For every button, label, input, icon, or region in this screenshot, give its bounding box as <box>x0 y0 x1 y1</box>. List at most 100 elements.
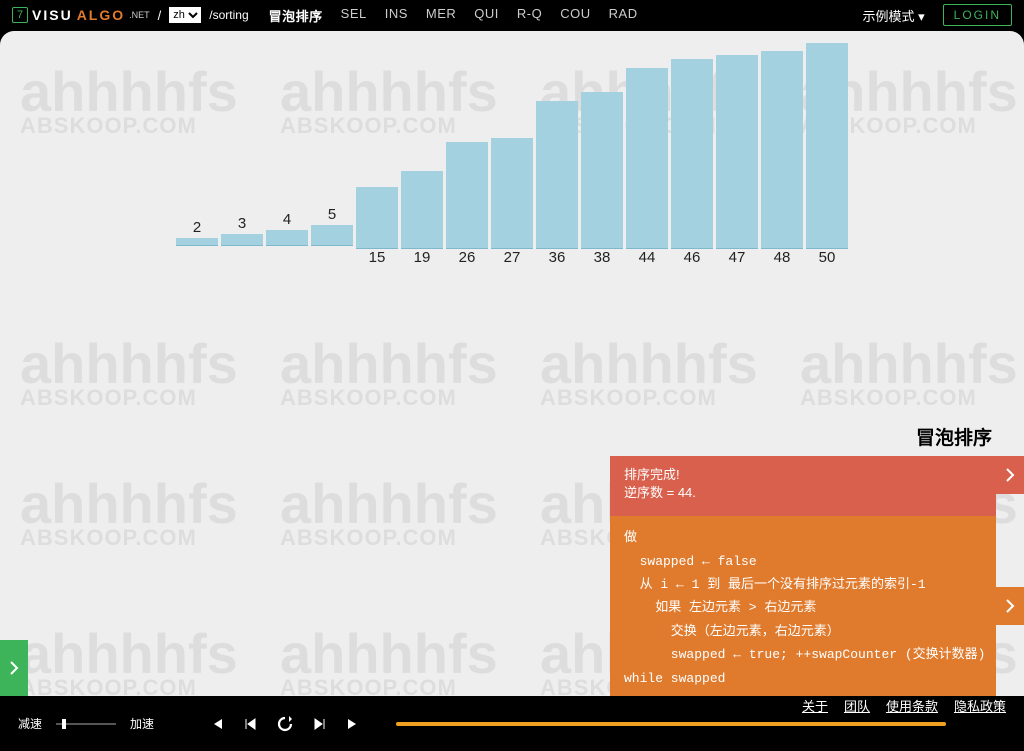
speed-slow-label: 减速 <box>18 715 42 732</box>
bar-rect <box>221 234 263 246</box>
chevron-right-icon <box>1005 599 1015 613</box>
bar-rect <box>581 92 623 249</box>
replay-icon <box>276 715 294 733</box>
logo[interactable]: 7 VISUALGO.NET <box>12 7 150 23</box>
tab-qui[interactable]: QUI <box>474 6 499 25</box>
bar: 19 <box>401 171 443 268</box>
bar-label: 27 <box>491 249 533 266</box>
bar-rect <box>761 51 803 249</box>
link-team[interactable]: 团队 <box>844 696 870 715</box>
bar-rect <box>491 138 533 249</box>
skip-end-icon <box>346 717 360 731</box>
bar-rect <box>671 59 713 249</box>
top-bar: 7 VISUALGO.NET / zh /sorting 冒泡排序 SEL IN… <box>0 0 1024 30</box>
tab-rq[interactable]: R-Q <box>517 6 542 25</box>
bar-label: 5 <box>311 206 353 223</box>
logo-net: .NET <box>129 10 150 20</box>
algorithm-tabs: 冒泡排序 SEL INS MER QUI R-Q COU RAD <box>269 6 638 25</box>
bar: 48 <box>761 51 803 268</box>
bar-rect <box>536 101 578 249</box>
chevron-right-icon <box>1005 468 1015 482</box>
code-line: while swapped <box>624 667 982 690</box>
bar: 38 <box>581 92 623 268</box>
bar: 4 <box>266 211 308 246</box>
panel-title: 冒泡排序 <box>610 417 996 456</box>
footer-links: 关于 团队 使用条款 隐私政策 <box>802 696 1006 715</box>
progress-bar[interactable] <box>396 722 946 726</box>
bar-label: 47 <box>716 249 758 266</box>
code-line: 从 i ← 1 到 最后一个没有排序过元素的索引-1 <box>624 573 982 596</box>
tab-bubble[interactable]: 冒泡排序 <box>269 6 323 25</box>
path-sorting: /sorting <box>209 8 248 22</box>
bar: 27 <box>491 138 533 268</box>
playback-controls <box>208 715 362 733</box>
bar: 44 <box>626 68 668 268</box>
bar: 46 <box>671 59 713 268</box>
language-select[interactable]: zh <box>169 7 201 23</box>
player-bar: 减速 加速 关于 团队 使用条款 隐私政策 <box>0 696 1024 751</box>
bar: 26 <box>446 142 488 268</box>
code-collapse-button[interactable] <box>996 587 1024 625</box>
logo-visu: VISU <box>32 7 73 23</box>
bar: 47 <box>716 55 758 268</box>
bar: 15 <box>356 187 398 268</box>
bar-rect <box>716 55 758 249</box>
bar: 2 <box>176 219 218 246</box>
bar-rect <box>401 171 443 249</box>
speed-slider[interactable] <box>56 723 116 725</box>
logo-algo: ALGO <box>77 7 125 23</box>
bar-label: 2 <box>176 219 218 236</box>
chevron-right-icon <box>9 661 19 675</box>
status-line-2: 逆序数 = 44. <box>624 484 982 502</box>
path-slash-1: / <box>158 8 162 23</box>
tab-sel[interactable]: SEL <box>341 6 367 25</box>
code-line: swapped ← true; ++swapCounter (交换计数器) <box>624 643 982 666</box>
bar-label: 48 <box>761 249 803 266</box>
progress-fill <box>396 722 946 726</box>
step-forward-icon <box>312 717 326 731</box>
bar-rect <box>356 187 398 249</box>
login-button[interactable]: LOGIN <box>943 4 1012 26</box>
bar-label: 19 <box>401 249 443 266</box>
tab-ins[interactable]: INS <box>385 6 408 25</box>
bar-rect <box>446 142 488 249</box>
go-start-button[interactable] <box>208 715 226 733</box>
step-forward-button[interactable] <box>310 715 328 733</box>
status-collapse-button[interactable] <box>996 456 1024 494</box>
bar-rect <box>626 68 668 249</box>
code-panel: 做 swapped ← false 从 i ← 1 到 最后一个没有排序过元素的… <box>610 516 996 696</box>
replay-button[interactable] <box>276 715 294 733</box>
skip-start-icon <box>210 717 224 731</box>
bar-label: 38 <box>581 249 623 266</box>
bar-rect <box>266 230 308 246</box>
bar: 36 <box>536 101 578 268</box>
bar-label: 26 <box>446 249 488 266</box>
code-line: swapped ← false <box>624 550 982 573</box>
speed-knob[interactable] <box>62 719 66 729</box>
left-panel-toggle[interactable] <box>0 640 28 696</box>
bar-label: 50 <box>806 249 848 266</box>
bar: 5 <box>311 206 353 246</box>
visualization-canvas: ahhhhfsABSKOOP.COMahhhhfsABSKOOP.COMahhh… <box>0 31 1024 696</box>
step-back-button[interactable] <box>242 715 260 733</box>
tab-mer[interactable]: MER <box>426 6 456 25</box>
bar-label: 44 <box>626 249 668 266</box>
code-line: 交换（左边元素，右边元素） <box>624 620 982 643</box>
link-privacy[interactable]: 隐私政策 <box>954 696 1006 715</box>
info-panel: 冒泡排序 排序完成! 逆序数 = 44. 做 swapped ← false 从… <box>610 417 996 696</box>
bar-rect <box>176 238 218 246</box>
demo-mode-dropdown[interactable]: 示例模式 ▾ <box>863 6 925 25</box>
speed-fast-label: 加速 <box>130 715 154 732</box>
link-terms[interactable]: 使用条款 <box>886 696 938 715</box>
tab-rad[interactable]: RAD <box>609 6 638 25</box>
bar: 50 <box>806 43 848 268</box>
go-end-button[interactable] <box>344 715 362 733</box>
code-line: 做 <box>624 526 982 549</box>
code-line: 如果 左边元素 > 右边元素 <box>624 596 982 619</box>
tab-cou[interactable]: COU <box>560 6 590 25</box>
bar-rect <box>806 43 848 249</box>
link-about[interactable]: 关于 <box>802 696 828 715</box>
bar-label: 4 <box>266 211 308 228</box>
bar-label: 15 <box>356 249 398 266</box>
bar-label: 46 <box>671 249 713 266</box>
